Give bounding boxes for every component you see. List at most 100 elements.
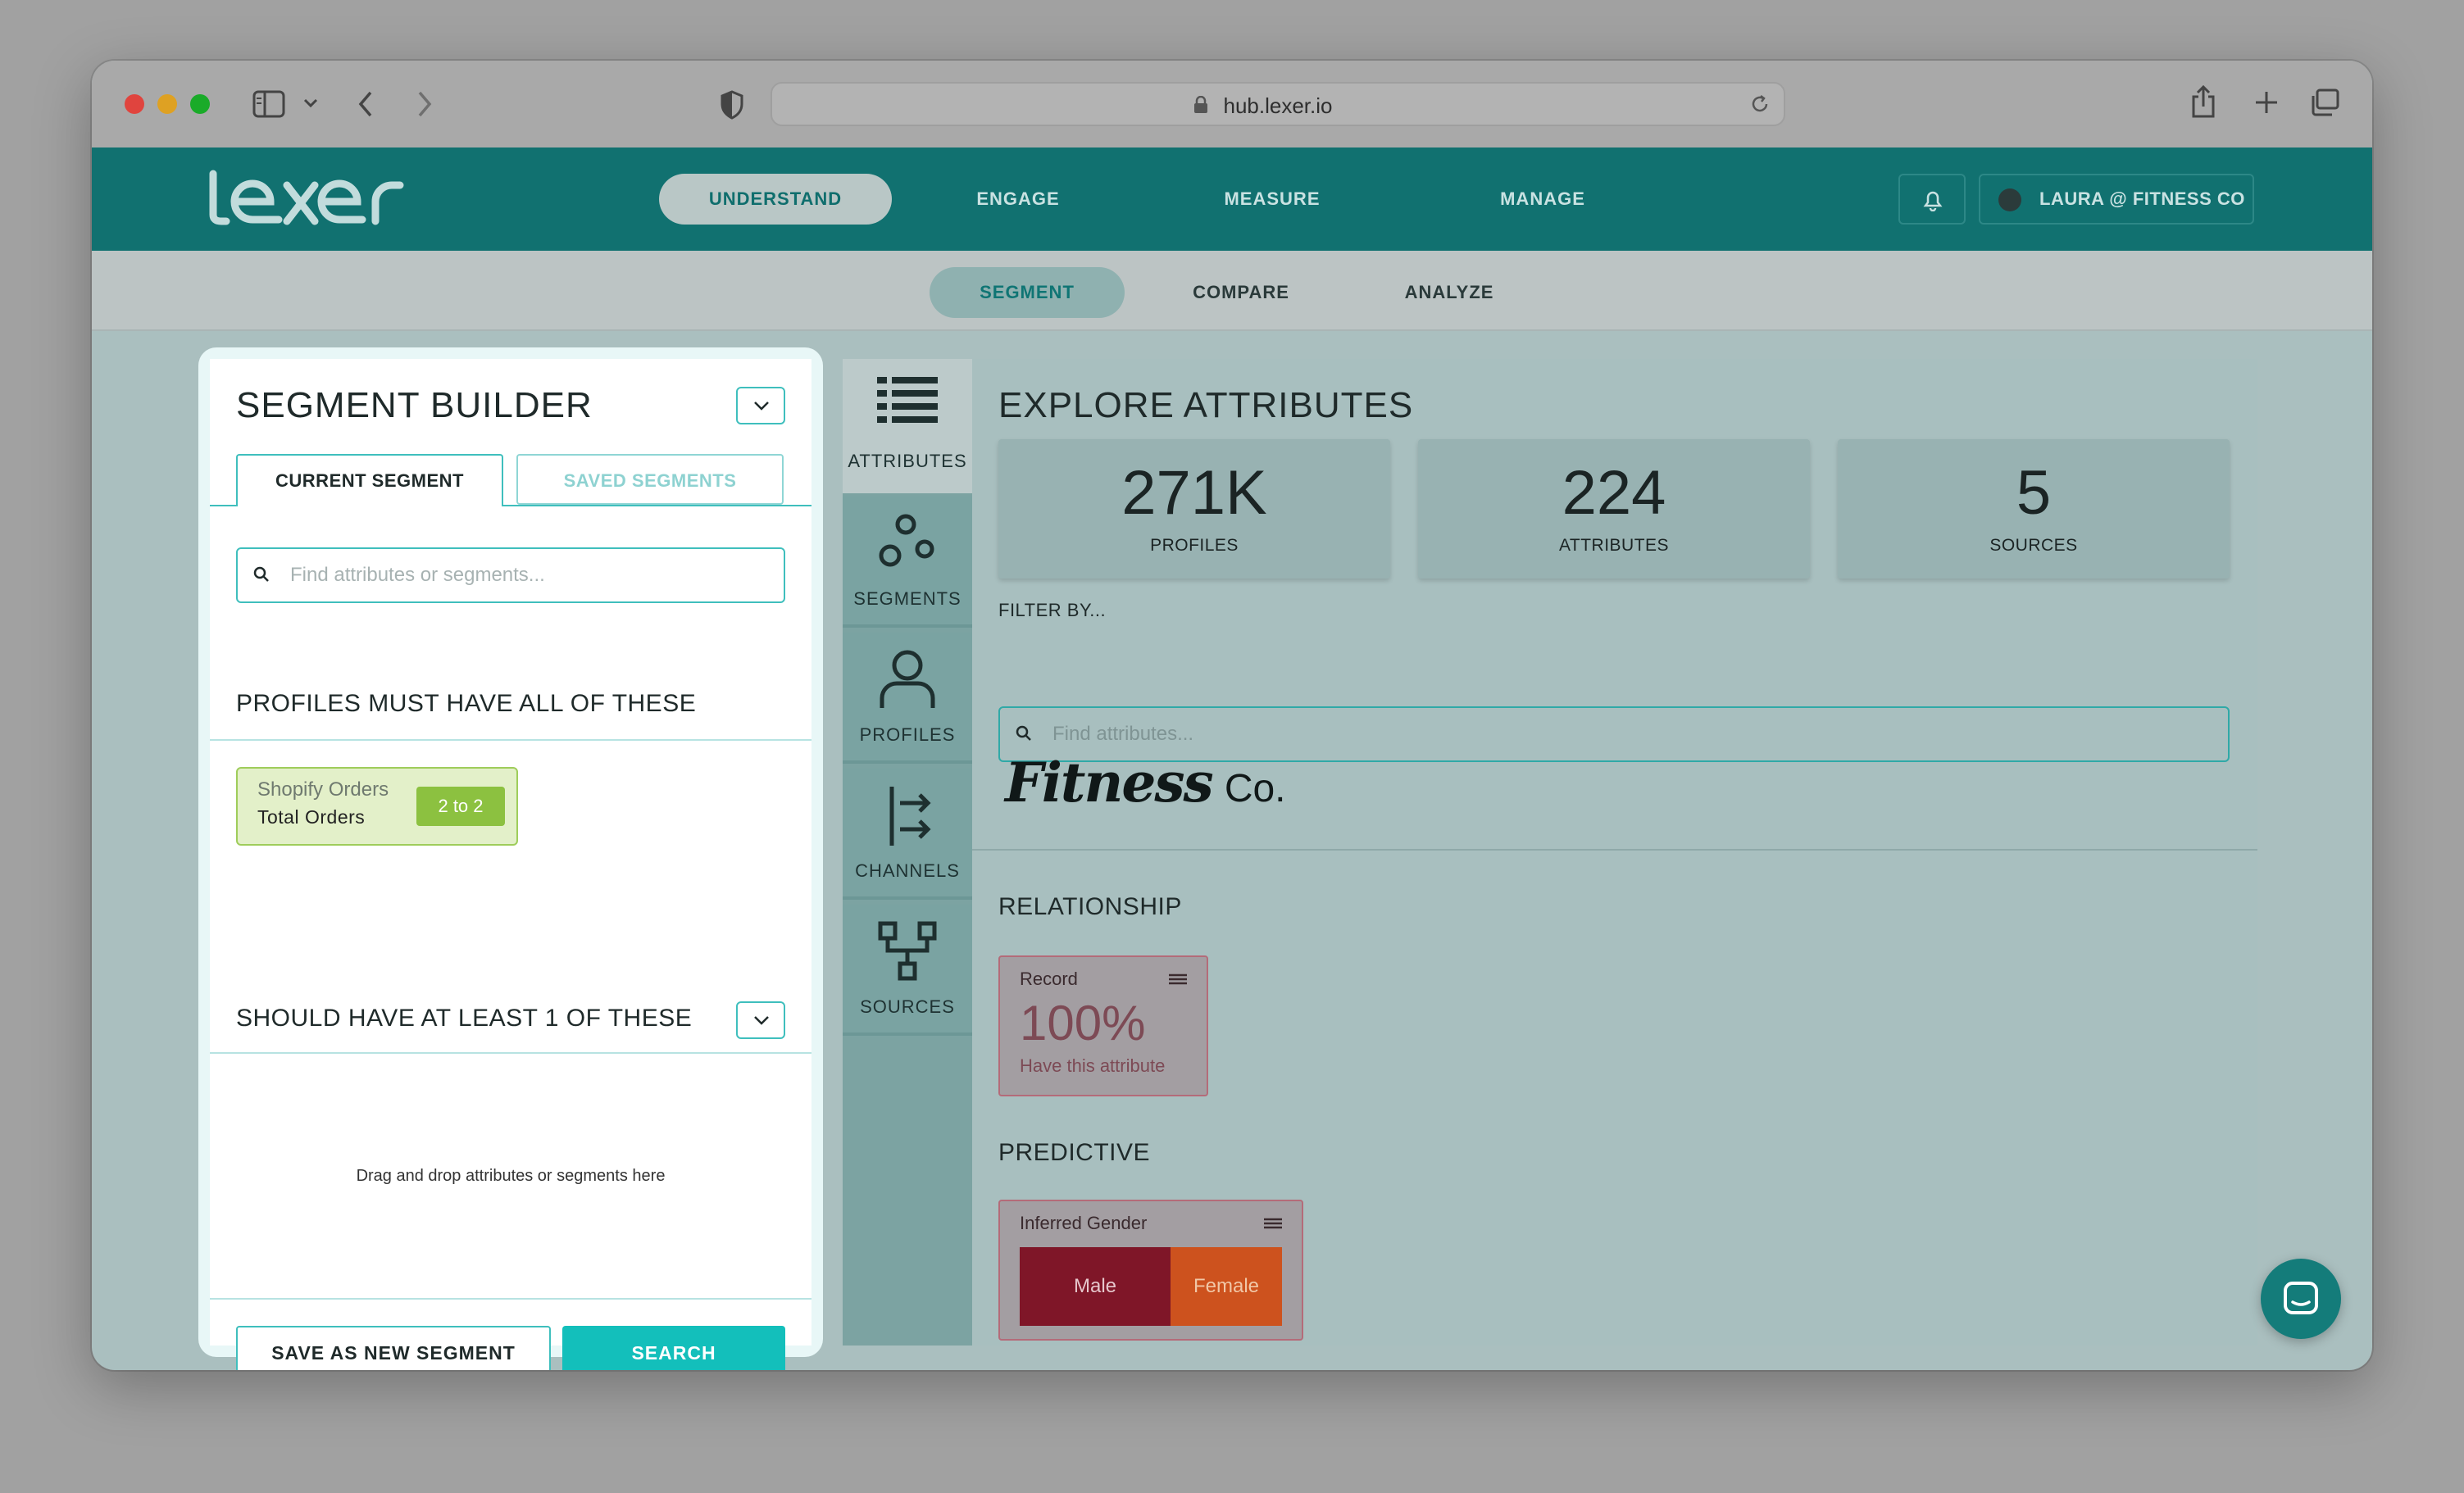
record-caption: Have this attribute <box>1020 1055 1166 1076</box>
stat-attributes: 224 ATTRIBUTES <box>1418 439 1810 579</box>
drop-zone-hint[interactable]: Drag and drop attributes or segments her… <box>210 1167 811 1186</box>
nav-manage[interactable]: MANAGE <box>1469 174 1616 225</box>
brand-logo-suffix: Co. <box>1224 767 1286 810</box>
expand-should-button[interactable] <box>736 1001 785 1039</box>
brand-logo: Fitness Co. <box>1005 751 1286 815</box>
chat-launcher-button[interactable] <box>2261 1259 2341 1339</box>
save-segment-button[interactable]: SAVE AS NEW SEGMENT <box>236 1326 551 1370</box>
nav-understand[interactable]: UNDERSTAND <box>659 174 892 225</box>
section-divider <box>210 1298 811 1300</box>
share-icon[interactable] <box>2190 85 2216 118</box>
inferred-gender-card[interactable]: Inferred Gender Male Female <box>998 1200 1303 1341</box>
must-have-title: PROFILES MUST HAVE ALL OF THESE <box>236 690 697 717</box>
rail-label: SEGMENTS <box>853 588 962 609</box>
tab-overview-icon[interactable] <box>2310 88 2339 116</box>
bell-icon <box>1923 191 1943 211</box>
forward-icon[interactable] <box>416 90 433 118</box>
search-button[interactable]: SEARCH <box>562 1326 785 1370</box>
new-tab-icon[interactable] <box>2254 90 2279 115</box>
chevron-down-icon <box>754 1016 769 1025</box>
stat-value: 271K <box>1121 458 1267 528</box>
rail-item-attributes[interactable]: ATTRIBUTES <box>843 359 972 493</box>
stat-value: 5 <box>2016 458 2052 528</box>
rail-label: SOURCES <box>860 996 955 1017</box>
segment-builder-title: SEGMENT BUILDER <box>236 385 593 425</box>
top-nav: UNDERSTAND ENGAGE MEASURE MANAGE LAURA @… <box>92 147 2372 251</box>
subnav-analyze[interactable]: ANALYZE <box>1359 267 1539 318</box>
should-have-title: SHOULD HAVE AT LEAST 1 OF THESE <box>236 1005 693 1032</box>
nav-measure[interactable]: MEASURE <box>1198 174 1346 225</box>
stat-label: SOURCES <box>1989 536 2078 555</box>
gender-female-segment[interactable]: Female <box>1171 1247 1282 1326</box>
channels-icon <box>889 787 931 846</box>
chevron-down-icon[interactable] <box>303 98 318 108</box>
segment-builder: SEGMENT BUILDER CURRENT SEGMENT SAVED SE… <box>210 359 811 1370</box>
sub-nav: SEGMENT COMPARE ANALYZE <box>92 251 2372 331</box>
stat-label: PROFILES <box>1150 536 1239 555</box>
back-icon[interactable] <box>357 90 374 118</box>
chip-range-badge[interactable]: 2 to 2 <box>416 787 505 826</box>
side-rail: ATTRIBUTES SEGMENTS PROFILES CHANNELS SO… <box>843 359 972 1346</box>
sidebar-toggle-icon[interactable] <box>252 90 285 118</box>
explore-title: EXPLORE ATTRIBUTES <box>998 385 1414 425</box>
search-icon <box>253 566 269 582</box>
menu-icon[interactable] <box>1169 973 1187 985</box>
section-divider <box>210 739 811 741</box>
nav-engage[interactable]: ENGAGE <box>944 174 1092 225</box>
privacy-shield-icon[interactable] <box>720 90 744 120</box>
zoom-window-button[interactable] <box>190 94 210 114</box>
stat-sources: 5 SOURCES <box>1838 439 2230 579</box>
search-icon <box>1016 725 1031 741</box>
rail-label: PROFILES <box>859 724 956 745</box>
chevron-down-icon <box>754 402 769 411</box>
collapse-builder-button[interactable] <box>736 387 785 424</box>
tab-divider <box>210 505 236 506</box>
stat-profiles: 271K PROFILES <box>998 439 1390 579</box>
filter-label: FILTER BY... <box>998 600 1107 620</box>
chip-attribute: Total Orders <box>257 806 366 828</box>
avatar <box>1998 188 2021 211</box>
rail-label: CHANNELS <box>855 860 960 881</box>
rail-item-segments[interactable]: SEGMENTS <box>843 497 972 628</box>
segment-search-input[interactable]: Find attributes or segments... <box>236 547 785 603</box>
rail-label: ATTRIBUTES <box>848 451 967 471</box>
subnav-segment[interactable]: SEGMENT <box>930 267 1125 318</box>
browser-toolbar: hub.lexer.io <box>92 61 2372 149</box>
rail-item-channels[interactable]: CHANNELS <box>843 769 972 900</box>
brand-logo-script: Fitness <box>1005 751 1214 815</box>
notifications-button[interactable] <box>1898 174 1966 225</box>
predictive-title: PREDICTIVE <box>998 1139 1151 1166</box>
tab-current-segment[interactable]: CURRENT SEGMENT <box>236 454 503 506</box>
explore-attributes-panel: EXPLORE ATTRIBUTES 271K PROFILES 224 ATT… <box>972 359 2257 1346</box>
rail-item-profiles[interactable]: PROFILES <box>843 633 972 764</box>
sources-icon <box>878 921 937 981</box>
browser-window: hub.lexer.io UNDERSTAND ENGAGE MEASURE M… <box>92 61 2372 1370</box>
rail-item-sources[interactable]: SOURCES <box>843 905 972 1036</box>
record-percentage: 100% <box>1020 996 1146 1051</box>
attribute-chip[interactable]: Shopify Orders Total Orders 2 to 2 <box>236 767 518 846</box>
stat-value: 224 <box>1562 458 1666 528</box>
reload-icon[interactable] <box>1749 93 1771 118</box>
gender-split-bar: Male Female <box>1020 1247 1282 1326</box>
user-menu-button[interactable]: LAURA @ FITNESS CO <box>1979 174 2254 225</box>
close-window-button[interactable] <box>125 94 144 114</box>
tab-saved-segments[interactable]: SAVED SEGMENTS <box>516 454 784 505</box>
section-divider <box>210 1052 811 1054</box>
record-attribute-card[interactable]: Record 100% Have this attribute <box>998 955 1208 1096</box>
card-label: Inferred Gender <box>1020 1213 1148 1233</box>
profile-icon <box>880 650 935 708</box>
url-text: hub.lexer.io <box>1223 93 1333 118</box>
section-divider <box>972 849 2257 851</box>
user-label: LAURA @ FITNESS CO <box>2039 188 2245 209</box>
stat-label: ATTRIBUTES <box>1558 536 1670 555</box>
card-label: Record <box>1020 969 1078 989</box>
subnav-compare[interactable]: COMPARE <box>1151 267 1331 318</box>
segments-icon <box>879 514 934 567</box>
search-placeholder: Find attributes or segments... <box>290 564 545 586</box>
lexer-logo[interactable] <box>207 169 428 231</box>
minimize-window-button[interactable] <box>157 94 177 114</box>
address-bar[interactable]: hub.lexer.io <box>771 82 1785 126</box>
menu-icon[interactable] <box>1264 1218 1282 1229</box>
gender-male-segment[interactable]: Male <box>1020 1247 1171 1326</box>
chip-source: Shopify Orders <box>257 778 389 801</box>
